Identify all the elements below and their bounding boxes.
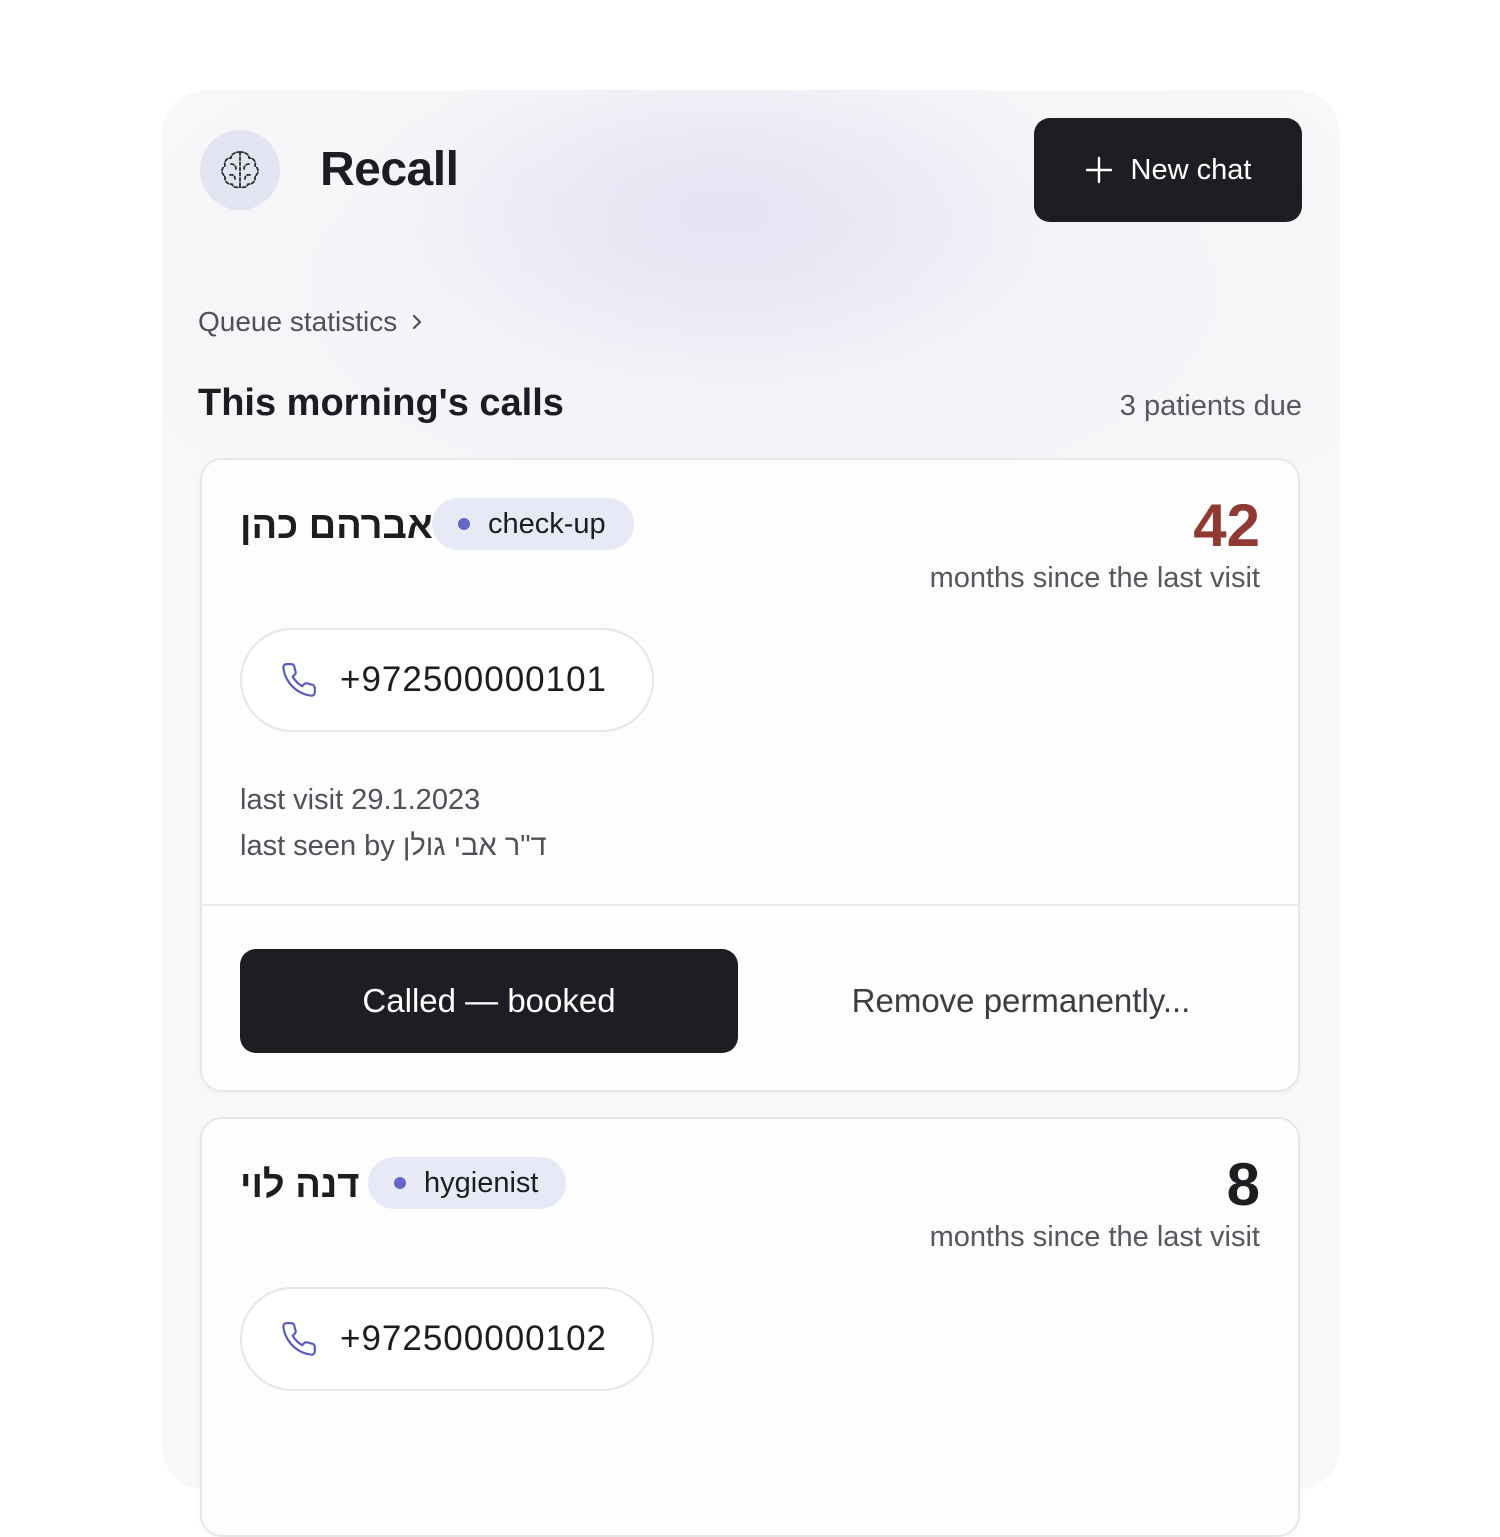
patient-card: דנה לוי hygienist 8 months since the las… bbox=[200, 1117, 1300, 1537]
called-booked-button[interactable]: Called — booked bbox=[240, 949, 738, 1053]
months-label: months since the last visit bbox=[929, 562, 1260, 594]
due-count: 3 patients due bbox=[1119, 390, 1302, 422]
chevron-right-icon bbox=[411, 306, 423, 338]
phone-icon bbox=[280, 1320, 318, 1358]
tag-dot-icon bbox=[458, 518, 470, 530]
tag-label: check-up bbox=[488, 507, 606, 540]
phone-button[interactable]: +972500000102 bbox=[240, 1287, 654, 1391]
patient-card: אברהם כהן check-up 42 months since the l… bbox=[200, 458, 1300, 1092]
phone-number: +972500000102 bbox=[340, 1319, 608, 1358]
breadcrumb-label: Queue statistics bbox=[198, 306, 398, 337]
patient-name: אברהם כהן bbox=[240, 505, 433, 547]
phone-number: +972500000101 bbox=[340, 660, 608, 699]
visit-type-tag: check-up bbox=[432, 498, 634, 550]
new-chat-button[interactable]: New chat bbox=[1034, 118, 1302, 222]
phone-button[interactable]: +972500000101 bbox=[240, 628, 654, 732]
visit-type-tag: hygienist bbox=[368, 1157, 567, 1209]
phone-icon bbox=[280, 661, 318, 699]
months-count: 8 bbox=[1226, 1151, 1260, 1218]
months-label: months since the last visit bbox=[929, 1221, 1260, 1253]
recall-panel: Recall New chat Queue statistics This mo… bbox=[162, 90, 1340, 1537]
tag-label: hygienist bbox=[424, 1166, 539, 1199]
plus-icon bbox=[1085, 156, 1113, 184]
last-seen-by: last seen by ד"ר אבי גולן bbox=[240, 830, 547, 862]
new-chat-label: New chat bbox=[1130, 153, 1252, 186]
months-count: 42 bbox=[1193, 492, 1260, 559]
brain-logo-icon bbox=[200, 130, 280, 210]
header: Recall New chat bbox=[162, 90, 1340, 290]
tag-dot-icon bbox=[394, 1177, 406, 1189]
section-title: This morning's calls bbox=[198, 382, 564, 424]
app-title: Recall bbox=[320, 143, 459, 196]
remove-permanently-button[interactable]: Remove permanently... bbox=[778, 949, 1264, 1053]
last-visit-date: last visit 29.1.2023 bbox=[240, 784, 481, 816]
patient-name: דנה לוי bbox=[240, 1164, 360, 1206]
card-divider bbox=[202, 904, 1298, 906]
queue-statistics-link[interactable]: Queue statistics bbox=[198, 306, 423, 338]
